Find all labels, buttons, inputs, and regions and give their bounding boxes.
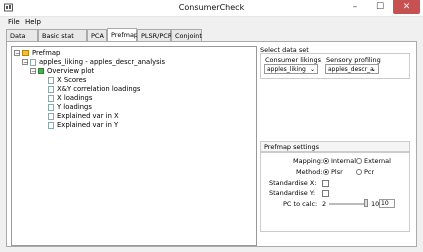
consumer-likings-select[interactable]: apples_liking ⌄	[264, 64, 318, 74]
plot-icon	[38, 68, 44, 74]
tab-pca[interactable]: PCA	[87, 29, 107, 41]
select-data-group: Consumer likings apples_liking ⌄ Sensory …	[260, 53, 410, 79]
chevron-down-icon: ⌄	[370, 66, 376, 73]
tree-root[interactable]: − Prefmap	[14, 49, 60, 58]
tab-basic-stat-liking[interactable]: Basic stat liking	[38, 29, 87, 52]
maximize-button[interactable]: ☐	[368, 0, 392, 14]
prefmap-settings-group: Mapping: Internal External Method: Plsr …	[260, 152, 410, 232]
standardise-x-checkbox[interactable]	[322, 179, 329, 187]
mapping-internal-radio[interactable]: Internal	[323, 157, 356, 165]
tree-item-x-loadings[interactable]: X loadings	[48, 94, 92, 103]
prefmap-settings-header: Prefmap settings	[260, 141, 410, 152]
title-bar: ConsumerCheck – ☐ ✕	[0, 0, 423, 17]
pc-slider[interactable]	[329, 203, 366, 205]
pc-to-calc-label: PC to calc:	[283, 200, 318, 208]
folder-icon	[22, 50, 29, 56]
standardise-x-label: Standardise X:	[269, 179, 317, 187]
tree-item-explained-var-x[interactable]: Explained var in X	[48, 112, 119, 121]
collapse-icon[interactable]: −	[30, 68, 36, 75]
standardise-y-checkbox[interactable]	[322, 189, 329, 197]
close-button[interactable]: ✕	[393, 0, 420, 14]
result-tree: − Prefmap − apples_liking - apples_descr_a…	[11, 46, 257, 246]
collapse-icon[interactable]: −	[14, 50, 20, 57]
document-icon	[48, 76, 54, 84]
collapse-icon[interactable]: −	[22, 59, 28, 66]
pc-value-input[interactable]: 10	[379, 199, 395, 208]
document-icon	[48, 103, 54, 111]
mapping-external-radio[interactable]: External	[356, 157, 391, 165]
minimize-button[interactable]: –	[343, 0, 367, 14]
tab-data-sets[interactable]: Data sets	[6, 29, 38, 52]
method-label: Method:	[296, 168, 323, 176]
tree-overview-plot[interactable]: − Overview plot	[30, 67, 94, 76]
document-icon	[48, 94, 54, 102]
document-icon	[48, 121, 54, 129]
chevron-down-icon: ⌄	[309, 66, 315, 73]
sensory-profiling-select[interactable]: apples_descr_a ⌄	[325, 64, 379, 74]
menu-bar: File Help	[0, 17, 423, 28]
sensory-profiling-label: Sensory profiling	[326, 56, 381, 64]
document-icon	[48, 112, 54, 120]
pc-slider-thumb[interactable]	[364, 199, 368, 207]
tree-dataset[interactable]: − apples_liking - apples_descr_analysis	[22, 58, 165, 67]
standardise-y-label: Standardise Y:	[269, 189, 316, 197]
tree-item-y-loadings[interactable]: Y loadings	[48, 103, 92, 112]
tree-item-explained-var-y[interactable]: Explained var in Y	[48, 121, 118, 130]
tab-conjoint[interactable]: Conjoint	[171, 29, 202, 41]
tab-plsr-pcr[interactable]: PLSR/PCR	[137, 29, 172, 41]
method-plsr-radio[interactable]: Plsr	[323, 168, 343, 176]
method-pcr-radio[interactable]: Pcr	[356, 168, 374, 176]
document-icon	[30, 58, 36, 66]
document-icon	[48, 85, 54, 93]
consumer-likings-label: Consumer likings	[265, 56, 322, 64]
menu-help[interactable]: Help	[25, 17, 41, 28]
mapping-label: Mapping:	[293, 157, 324, 165]
menu-file[interactable]: File	[8, 17, 20, 28]
pc-min-label: 2	[322, 200, 327, 208]
tree-item-xy-correlation-loadings[interactable]: X&Y correlation loadings	[48, 85, 140, 94]
tab-prefmap[interactable]: Prefmap	[107, 28, 138, 42]
tree-item-x-scores[interactable]: X Scores	[48, 76, 86, 85]
tab-content: − Prefmap − apples_liking - apples_descr_a…	[6, 41, 417, 247]
